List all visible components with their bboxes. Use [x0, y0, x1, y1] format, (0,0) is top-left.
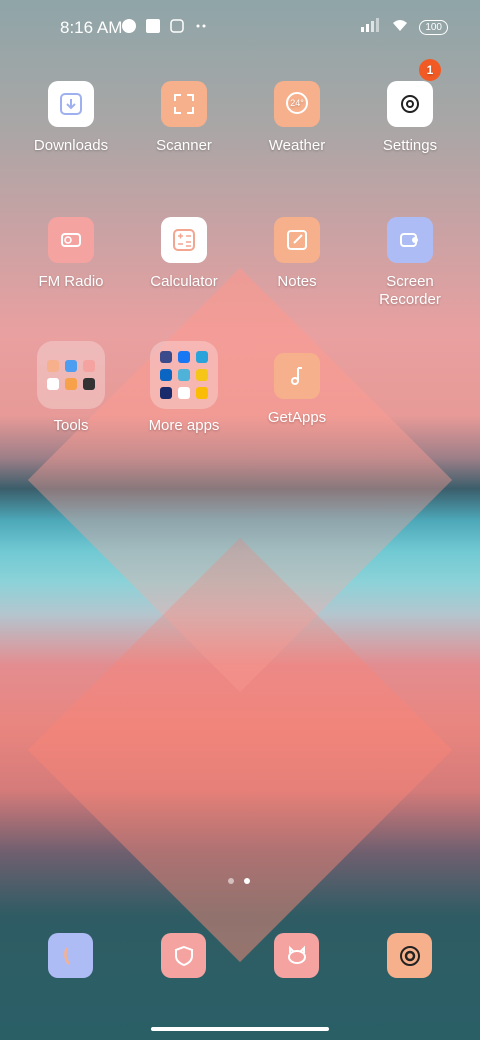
page-dot-2[interactable]: [244, 878, 250, 884]
signal-icon: [361, 18, 381, 37]
weather-icon: 24°: [274, 81, 320, 127]
folder-app-icon: [178, 369, 190, 381]
weather-label: Weather: [268, 137, 326, 154]
dock: [0, 933, 480, 981]
app-screen-recorder[interactable]: Screen Recorder: [354, 217, 466, 309]
battery-indicator: 100: [419, 20, 448, 35]
app-getapps[interactable]: GetApps: [241, 353, 353, 426]
folder-app-icon: [196, 369, 208, 381]
scanner-icon: [161, 81, 207, 127]
fm-radio-label: FM Radio: [38, 273, 104, 290]
settings-notification-badge: 1: [419, 59, 441, 81]
folder-app-icon: [47, 378, 59, 390]
folder-app-icon: [83, 378, 95, 390]
getapps-icon: [274, 353, 320, 399]
getapps-label: GetApps: [267, 409, 327, 426]
folder-app-icon: [83, 360, 95, 372]
dock-messaging-icon[interactable]: [274, 933, 319, 978]
page-dot-1[interactable]: [228, 878, 234, 884]
calculator-icon: [161, 217, 207, 263]
downloads-icon: [48, 81, 94, 127]
folder-more-apps[interactable]: More apps: [128, 341, 240, 434]
downloads-label: Downloads: [33, 137, 109, 154]
wallpaper: [0, 0, 480, 1040]
status-time: 8:16 AM: [60, 18, 123, 37]
tools-folder-grid: [37, 341, 105, 409]
weather-tile-text: 24°: [290, 98, 304, 108]
wifi-icon: [391, 18, 409, 37]
folder-app-icon: [196, 387, 208, 399]
settings-icon: 1: [387, 59, 441, 127]
folder-app-icon: [178, 351, 190, 363]
calculator-label: Calculator: [150, 273, 218, 290]
folder-app-icon: [160, 351, 172, 363]
folder-app-icon: [160, 387, 172, 399]
page-indicator: [228, 878, 250, 884]
app-settings[interactable]: 1 Settings: [354, 59, 466, 154]
dock-security-icon[interactable]: [161, 933, 206, 978]
dock-camera-icon[interactable]: [387, 933, 432, 978]
circle-app-icon: [121, 18, 137, 34]
dock-phone-icon[interactable]: [48, 933, 93, 978]
app-notes[interactable]: Notes: [241, 217, 353, 290]
folder-app-icon: [65, 360, 77, 372]
settings-label: Settings: [382, 137, 438, 154]
notes-label: Notes: [277, 273, 317, 290]
fm-radio-icon: [48, 217, 94, 263]
wallpaper-diamond-bottom: [27, 537, 453, 963]
app-calculator[interactable]: Calculator: [128, 217, 240, 290]
system-status-icons: 100: [361, 18, 448, 37]
more-apps-folder-grid: [150, 341, 218, 409]
status-bar: 8:16 AM 100: [0, 0, 480, 56]
screen-recorder-label: Screen Recorder: [379, 273, 441, 308]
ri-notification-icon: [169, 18, 185, 34]
scanner-label: Scanner: [156, 137, 212, 154]
folder-app-icon: [47, 360, 59, 372]
square-notification-icon: [145, 18, 161, 34]
notification-icons: [121, 18, 209, 34]
folder-app-icon: [178, 387, 190, 399]
app-downloads[interactable]: Downloads: [15, 81, 127, 154]
screen-recorder-icon: [387, 217, 433, 263]
folder-tools[interactable]: Tools: [15, 341, 127, 434]
app-fm-radio[interactable]: FM Radio: [15, 217, 127, 290]
notes-icon: [274, 217, 320, 263]
folder-app-icon: [65, 378, 77, 390]
tools-label: Tools: [53, 417, 89, 434]
app-weather[interactable]: 24° Weather: [241, 81, 353, 154]
home-gesture-bar[interactable]: [151, 1027, 329, 1031]
app-scanner[interactable]: Scanner: [128, 81, 240, 154]
more-dots-icon: [193, 18, 209, 34]
more-apps-label: More apps: [148, 417, 220, 434]
folder-app-icon: [196, 351, 208, 363]
folder-app-icon: [160, 369, 172, 381]
